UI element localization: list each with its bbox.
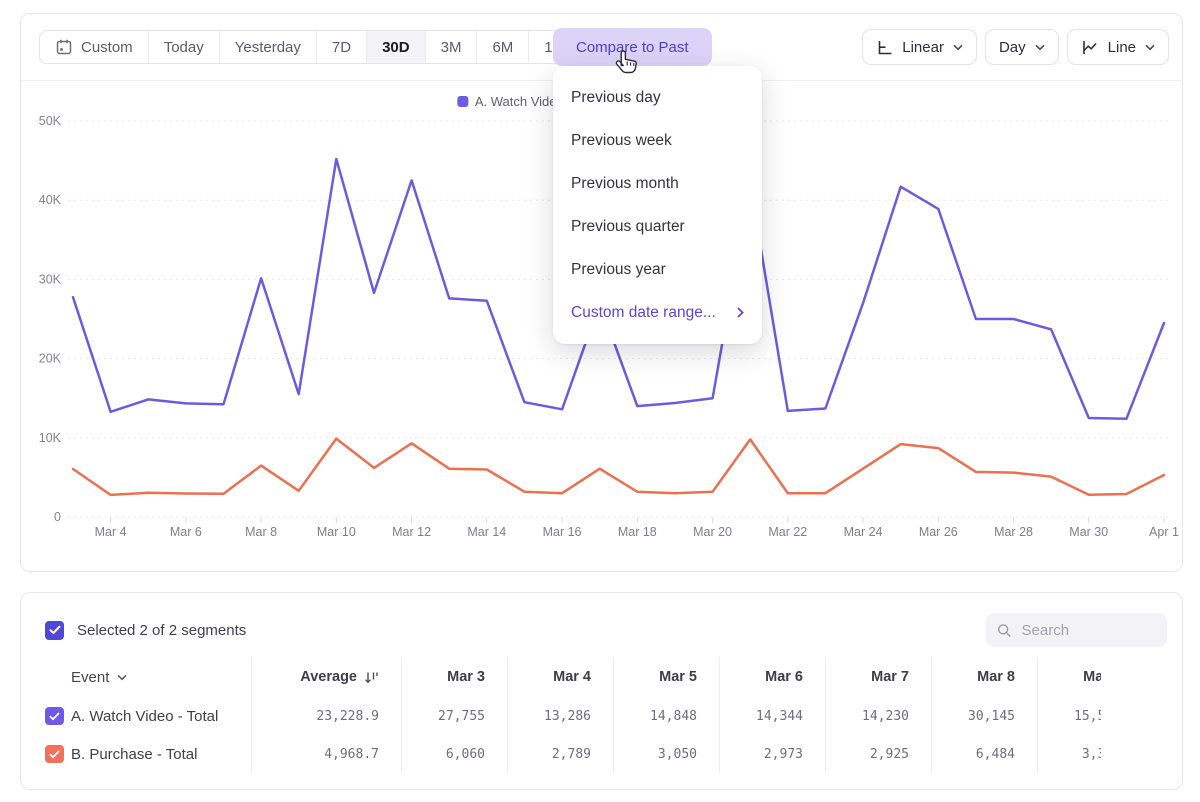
check-icon: [49, 712, 60, 721]
x-axis-tick-label: Mar 30: [1069, 525, 1108, 539]
event-column-header[interactable]: Event: [71, 657, 251, 697]
x-axis-tick-label: Mar 4: [95, 525, 127, 539]
search-box: [986, 613, 1167, 647]
x-axis-tick-label: Mar 22: [768, 525, 807, 539]
sort-descending-icon: [364, 670, 379, 685]
segment-checkbox[interactable]: [45, 707, 64, 725]
segment-label: B. Purchase - Total: [71, 735, 251, 773]
date-column-header: Mar 5: [613, 657, 719, 697]
date-range-label: Custom: [81, 39, 133, 56]
date-range-today[interactable]: Today: [148, 31, 219, 63]
segments-table: Event Average Mar 3 Mar 4 Mar 5 Mar 6 Ma…: [45, 657, 1101, 773]
average-column-header[interactable]: Average: [251, 657, 401, 697]
x-axis-tick-label: Mar 16: [543, 525, 582, 539]
cell-value: 14,344: [719, 697, 825, 735]
cell-value: 2,789: [507, 735, 613, 773]
calendar-icon: [55, 38, 73, 56]
average-value: 23,228.9: [251, 697, 401, 735]
compare-to-past-button[interactable]: Compare to Past: [553, 28, 712, 66]
y-axis-tick-label: 30K: [39, 272, 62, 286]
table-row[interactable]: B. Purchase - Total 4,968.7 6,060 2,789 …: [45, 735, 1101, 773]
x-axis-tick-label: Mar 26: [919, 525, 958, 539]
x-axis-tick-label: Apr 1: [1149, 525, 1179, 539]
chart-options-group: Linear Day Line: [862, 29, 1169, 65]
cell-value: 27,755: [401, 697, 507, 735]
check-icon: [49, 750, 60, 759]
date-range-7d[interactable]: 7D: [316, 31, 366, 63]
x-axis-tick-label: Mar 6: [170, 525, 202, 539]
cell-value: 6,484: [931, 735, 1037, 773]
check-icon: [49, 625, 61, 635]
y-axis-tick-label: 0: [54, 510, 61, 524]
x-axis-tick-label: Mar 10: [317, 525, 356, 539]
interval-dropdown[interactable]: Day: [985, 29, 1059, 65]
chevron-down-icon: [117, 674, 127, 681]
legend-swatch-icon: [457, 96, 468, 107]
menu-item-custom-date-range[interactable]: Custom date range...: [553, 291, 762, 334]
menu-item-previous-day[interactable]: Previous day: [553, 76, 762, 119]
scale-dropdown[interactable]: Linear: [862, 29, 977, 65]
search-input[interactable]: [1020, 621, 1156, 640]
cell-value: 2,973: [719, 735, 825, 773]
date-column-header: Mar 4: [507, 657, 613, 697]
cell-value: 30,145: [931, 697, 1037, 735]
menu-item-previous-month[interactable]: Previous month: [553, 162, 762, 205]
date-range-yesterday[interactable]: Yesterday: [219, 31, 316, 63]
menu-item-previous-quarter[interactable]: Previous quarter: [553, 205, 762, 248]
cell-value: 3,310: [1037, 735, 1101, 773]
date-range-3m[interactable]: 3M: [425, 31, 477, 63]
x-axis-tick-label: Mar 24: [844, 525, 883, 539]
select-all-checkbox[interactable]: [45, 621, 64, 640]
x-axis-tick-label: Mar 18: [618, 525, 657, 539]
date-column-header: Mar 7: [825, 657, 931, 697]
y-axis-tick-label: 40K: [39, 193, 62, 207]
cell-value: 13,286: [507, 697, 613, 735]
cell-value: 14,230: [825, 697, 931, 735]
date-range-control: Custom Today Yesterday 7D 30D 3M 6M 12M: [39, 30, 589, 64]
cell-value: 14,848: [613, 697, 719, 735]
date-range-custom[interactable]: Custom: [40, 31, 148, 63]
cell-value: 6,060: [401, 735, 507, 773]
y-axis-tick-label: 50K: [39, 114, 62, 128]
chevron-down-icon: [1145, 44, 1155, 51]
x-axis-tick-label: Mar 12: [392, 525, 431, 539]
chevron-right-icon: [737, 307, 744, 318]
date-column-header: Mar 6: [719, 657, 825, 697]
x-axis-tick-label: Mar 8: [245, 525, 277, 539]
table-header-row: Event Average Mar 3 Mar 4 Mar 5 Mar 6 Ma…: [45, 657, 1101, 697]
menu-item-previous-week[interactable]: Previous week: [553, 119, 762, 162]
segments-card: Selected 2 of 2 segments Event Average: [20, 592, 1183, 790]
segments-summary-row: Selected 2 of 2 segments: [45, 612, 1167, 648]
x-axis-tick-label: Mar 20: [693, 525, 732, 539]
menu-item-previous-year[interactable]: Previous year: [553, 248, 762, 291]
x-axis-tick-label: Mar 28: [994, 525, 1033, 539]
date-column-header: Mar 9: [1037, 657, 1101, 697]
average-value: 4,968.7: [251, 735, 401, 773]
cell-value: 2,925: [825, 735, 931, 773]
date-range-30d[interactable]: 30D: [366, 31, 425, 63]
chevron-down-icon: [953, 44, 963, 51]
cell-value: 3,050: [613, 735, 719, 773]
y-axis-tick-label: 10K: [39, 431, 62, 445]
search-icon: [997, 622, 1012, 639]
cell-value: 15,520: [1037, 697, 1101, 735]
x-axis-tick-label: Mar 14: [467, 525, 506, 539]
chart-type-dropdown[interactable]: Line: [1067, 29, 1169, 65]
segments-summary-label: Selected 2 of 2 segments: [77, 622, 246, 639]
date-range-6m[interactable]: 6M: [476, 31, 528, 63]
date-column-header: Mar 3: [401, 657, 507, 697]
line-chart-icon: [1081, 39, 1099, 56]
y-axis-tick-label: 20K: [39, 352, 62, 366]
segment-label: A. Watch Video - Total: [71, 697, 251, 735]
compare-to-past-menu: Previous day Previous week Previous mont…: [553, 66, 762, 344]
linear-axis-icon: [876, 39, 893, 56]
date-column-header: Mar 8: [931, 657, 1037, 697]
table-row[interactable]: A. Watch Video - Total 23,228.9 27,755 1…: [45, 697, 1101, 735]
series-line[interactable]: [73, 439, 1164, 495]
chevron-down-icon: [1035, 44, 1045, 51]
segments-summary: Selected 2 of 2 segments: [45, 621, 246, 640]
segment-checkbox[interactable]: [45, 745, 64, 763]
